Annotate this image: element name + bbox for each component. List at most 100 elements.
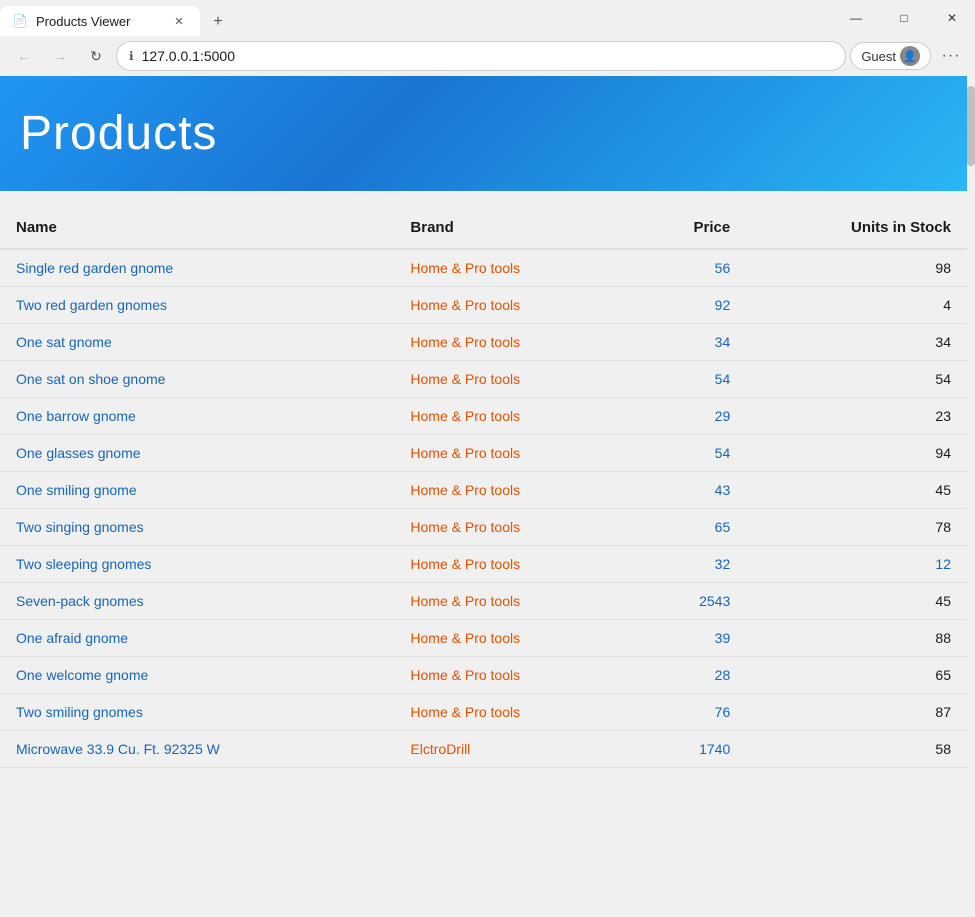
product-brand: Home & Pro tools (394, 620, 631, 657)
product-price: 29 (631, 398, 746, 435)
address-info-icon: ℹ (129, 49, 134, 63)
scrollbar-thumb[interactable] (967, 86, 975, 166)
product-name[interactable]: One sat gnome (0, 324, 394, 361)
table-row: Two red garden gnomesHome & Pro tools924 (0, 287, 967, 324)
product-stock: 54 (746, 361, 967, 398)
product-brand: Home & Pro tools (394, 398, 631, 435)
guest-profile-button[interactable]: Guest 👤 (850, 42, 931, 70)
product-price: 76 (631, 694, 746, 731)
tab-close-button[interactable]: ✕ (170, 12, 188, 30)
page-area: Products Name Brand Price Units in Stock… (0, 76, 975, 917)
scrollbar[interactable] (967, 76, 975, 917)
product-stock: 23 (746, 398, 967, 435)
product-price: 28 (631, 657, 746, 694)
product-brand: Home & Pro tools (394, 287, 631, 324)
product-name[interactable]: Two singing gnomes (0, 509, 394, 546)
table-row: One sat gnomeHome & Pro tools3434 (0, 324, 967, 361)
page-header: Products (0, 76, 967, 191)
more-options-button[interactable]: ··· (935, 40, 967, 72)
table-row: Microwave 33.9 Cu. Ft. 92325 WElctroDril… (0, 731, 967, 768)
product-stock: 78 (746, 509, 967, 546)
browser-window: 📄 Products Viewer ✕ + — □ ✕ ← → ↻ ℹ 127.… (0, 0, 975, 917)
active-tab[interactable]: 📄 Products Viewer ✕ (0, 6, 200, 36)
table-row: Two singing gnomesHome & Pro tools6578 (0, 509, 967, 546)
new-tab-button[interactable]: + (204, 8, 232, 36)
table-row: One afraid gnomeHome & Pro tools3988 (0, 620, 967, 657)
minimize-button[interactable]: — (833, 2, 879, 34)
product-brand: Home & Pro tools (394, 435, 631, 472)
product-stock: 88 (746, 620, 967, 657)
address-bar-row: ← → ↻ ℹ 127.0.0.1:5000 Guest 👤 ··· (0, 36, 975, 76)
product-brand: Home & Pro tools (394, 546, 631, 583)
address-bar[interactable]: ℹ 127.0.0.1:5000 (116, 41, 846, 71)
product-brand: Home & Pro tools (394, 361, 631, 398)
forward-button[interactable]: → (44, 40, 76, 72)
product-brand: Home & Pro tools (394, 324, 631, 361)
product-brand: Home & Pro tools (394, 509, 631, 546)
main-content: Products Name Brand Price Units in Stock… (0, 76, 967, 917)
product-stock: 87 (746, 694, 967, 731)
table-row: One smiling gnomeHome & Pro tools4345 (0, 472, 967, 509)
refresh-button[interactable]: ↻ (80, 40, 112, 72)
product-price: 65 (631, 509, 746, 546)
tab-label: Products Viewer (36, 14, 162, 29)
product-price: 56 (631, 249, 746, 287)
table-row: One barrow gnomeHome & Pro tools2923 (0, 398, 967, 435)
product-price: 43 (631, 472, 746, 509)
product-stock: 58 (746, 731, 967, 768)
close-button[interactable]: ✕ (929, 2, 975, 34)
table-row: Two sleeping gnomesHome & Pro tools3212 (0, 546, 967, 583)
restore-button[interactable]: □ (881, 2, 927, 34)
product-price: 54 (631, 435, 746, 472)
product-stock: 34 (746, 324, 967, 361)
product-name[interactable]: Two sleeping gnomes (0, 546, 394, 583)
product-stock: 98 (746, 249, 967, 287)
table-row: One glasses gnomeHome & Pro tools5494 (0, 435, 967, 472)
product-price: 32 (631, 546, 746, 583)
tab-page-icon: 📄 (12, 13, 28, 29)
product-name[interactable]: Seven-pack gnomes (0, 583, 394, 620)
products-table: Name Brand Price Units in Stock Single r… (0, 211, 967, 768)
product-brand: Home & Pro tools (394, 249, 631, 287)
product-price: 39 (631, 620, 746, 657)
product-stock: 4 (746, 287, 967, 324)
guest-label: Guest (861, 49, 896, 64)
product-name[interactable]: Two smiling gnomes (0, 694, 394, 731)
product-name[interactable]: Microwave 33.9 Cu. Ft. 92325 W (0, 731, 394, 768)
col-header-name: Name (0, 211, 394, 249)
product-price: 2543 (631, 583, 746, 620)
col-header-stock: Units in Stock (746, 211, 967, 249)
product-name[interactable]: Single red garden gnome (0, 249, 394, 287)
title-bar: 📄 Products Viewer ✕ + — □ ✕ (0, 0, 975, 36)
product-stock: 94 (746, 435, 967, 472)
table-row: Two smiling gnomesHome & Pro tools7687 (0, 694, 967, 731)
product-stock: 45 (746, 472, 967, 509)
address-text: 127.0.0.1:5000 (142, 48, 834, 64)
product-brand: Home & Pro tools (394, 694, 631, 731)
back-button[interactable]: ← (8, 40, 40, 72)
product-name[interactable]: Two red garden gnomes (0, 287, 394, 324)
window-controls: — □ ✕ (833, 2, 975, 34)
product-price: 34 (631, 324, 746, 361)
product-name[interactable]: One glasses gnome (0, 435, 394, 472)
product-brand: Home & Pro tools (394, 657, 631, 694)
col-header-price: Price (631, 211, 746, 249)
product-stock: 12 (746, 546, 967, 583)
product-stock: 65 (746, 657, 967, 694)
product-name[interactable]: One welcome gnome (0, 657, 394, 694)
tab-strip: 📄 Products Viewer ✕ + (0, 0, 833, 36)
page-title: Products (20, 106, 217, 161)
product-name[interactable]: One smiling gnome (0, 472, 394, 509)
product-price: 1740 (631, 731, 746, 768)
table-row: Seven-pack gnomesHome & Pro tools254345 (0, 583, 967, 620)
table-header-row: Name Brand Price Units in Stock (0, 211, 967, 249)
table-row: Single red garden gnomeHome & Pro tools5… (0, 249, 967, 287)
product-brand: Home & Pro tools (394, 583, 631, 620)
product-price: 54 (631, 361, 746, 398)
product-name[interactable]: One barrow gnome (0, 398, 394, 435)
guest-avatar: 👤 (900, 46, 920, 66)
browser-actions: Guest 👤 ··· (850, 40, 967, 72)
product-name[interactable]: One afraid gnome (0, 620, 394, 657)
product-name[interactable]: One sat on shoe gnome (0, 361, 394, 398)
product-brand: ElctroDrill (394, 731, 631, 768)
